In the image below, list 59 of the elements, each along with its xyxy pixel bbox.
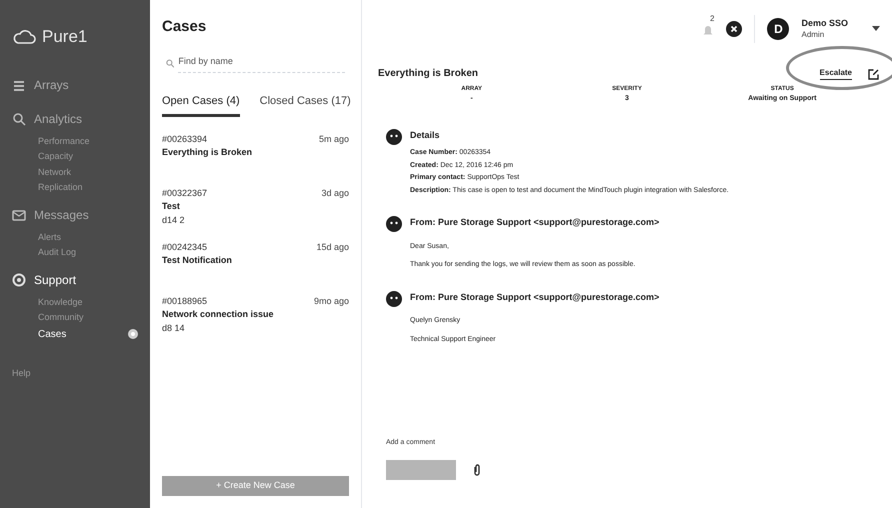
edit-icon[interactable]	[868, 68, 880, 80]
nav-subitem[interactable]: Community	[38, 311, 84, 324]
entry-heading: Details	[410, 128, 441, 142]
help-link[interactable]: Help	[0, 366, 150, 380]
case-item[interactable]: #00263394 Everything is Broken 5m ago	[162, 132, 349, 186]
case-extra: d8 14	[162, 322, 186, 334]
nav-subitem[interactable]: Capacity	[38, 150, 74, 164]
entry-heading: From: Pure Storage Support <support@purestorage.com>	[410, 290, 660, 304]
case-number: #00188965	[162, 294, 208, 308]
case-number: #00242345	[162, 240, 208, 254]
case-title: Everything is Broken	[162, 146, 252, 159]
create-case-button[interactable]: + Create New Case	[162, 476, 349, 496]
avatar-icon	[386, 216, 402, 232]
case-item[interactable]: #00188965 Network connection issue d8 14 9mo ago	[162, 294, 349, 348]
nav-item[interactable]: Support	[34, 270, 76, 288]
panel-title: Cases	[162, 17, 208, 37]
nav-subitem[interactable]: Cases	[38, 326, 66, 342]
avatar-icon	[386, 290, 402, 306]
user-role: Admin	[801, 30, 826, 40]
cloud-logo-icon	[12, 28, 36, 45]
case-item[interactable]: #00242345 Test Notification 15d ago	[162, 240, 349, 294]
case-age: 9mo ago	[314, 294, 349, 308]
case-title: Network connection issue	[162, 308, 274, 321]
nav-subitem[interactable]: Replication	[38, 181, 83, 194]
logo-text: Pure1	[42, 26, 88, 48]
avatar-icon	[386, 128, 402, 144]
nav-subitem[interactable]: Network	[38, 166, 72, 179]
case-heading: Everything is Broken	[378, 67, 478, 81]
case-extra: d14 2	[162, 214, 186, 226]
close-icon[interactable]	[726, 21, 742, 37]
nav-subitem[interactable]: Alerts	[38, 230, 62, 244]
case-title: Test	[162, 200, 181, 213]
caret-icon[interactable]	[872, 26, 880, 32]
entry-heading: From: Pure Storage Support <support@purestorage.com>	[410, 216, 660, 229]
nav-item[interactable]: Messages	[34, 206, 89, 224]
paperclip-icon[interactable]	[472, 464, 482, 476]
case-title: Test Notification	[162, 254, 232, 267]
user-name: Demo SSO	[801, 18, 848, 30]
escalate-button[interactable]: Escalate	[820, 67, 852, 80]
magnifier-icon	[12, 112, 26, 126]
notification-count: 2	[710, 13, 714, 25]
envelope-icon	[12, 208, 26, 222]
case-number: #00263394	[162, 132, 208, 146]
search-icon	[166, 59, 174, 68]
user-avatar: D	[767, 18, 790, 40]
nav-subitem[interactable]: Audit Log	[38, 246, 76, 260]
nav-item[interactable]: Arrays	[34, 76, 69, 94]
nav-item[interactable]: Analytics	[34, 110, 82, 128]
case-tab[interactable]: Open Cases (4)	[162, 93, 240, 116]
case-tab[interactable]: Closed Cases (17)	[260, 93, 351, 116]
search-field[interactable]: Find by name	[178, 54, 345, 73]
case-item[interactable]: #00322367 Test d14 2 3d ago	[162, 186, 349, 240]
nav-subitem[interactable]: Performance	[38, 134, 90, 148]
lifebuoy-icon	[12, 272, 26, 286]
case-number: #00322367	[162, 186, 208, 200]
case-age: 5m ago	[318, 132, 349, 146]
nav-subitem[interactable]: Knowledge	[38, 296, 83, 309]
case-age: 3d ago	[321, 186, 349, 200]
case-age: 15d ago	[316, 240, 349, 254]
